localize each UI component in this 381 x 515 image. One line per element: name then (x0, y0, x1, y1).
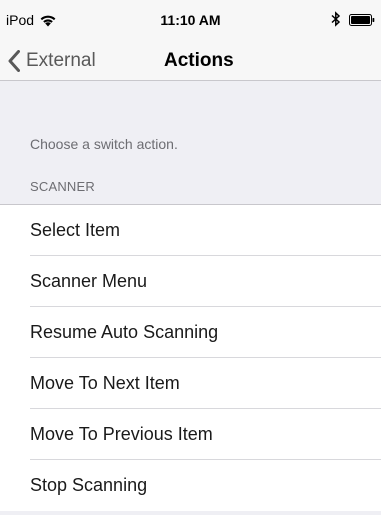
back-button[interactable]: External (8, 46, 96, 76)
navigation-bar: External Actions (0, 42, 381, 81)
list-item-scanner-menu[interactable]: Scanner Menu (0, 256, 381, 307)
list-item-resume-auto-scanning[interactable]: Resume Auto Scanning (0, 307, 381, 358)
helper-text: Choose a switch action. (30, 136, 178, 152)
list-item-label: Resume Auto Scanning (30, 322, 219, 342)
list-item-label: Move To Previous Item (30, 424, 213, 444)
list-item-label: Select Item (30, 220, 121, 240)
header-spacer (0, 81, 381, 129)
actions-list: Select Item Scanner Menu Resume Auto Sca… (0, 204, 381, 511)
section-header-scanner: SCANNER (30, 179, 95, 194)
bluetooth-icon (331, 11, 341, 27)
status-time: 11:10 AM (160, 12, 221, 28)
list-item-move-to-previous-item[interactable]: Move To Previous Item (0, 409, 381, 460)
list-item-label: Stop Scanning (30, 475, 148, 495)
list-item-select-item[interactable]: Select Item (0, 205, 381, 256)
status-bar: iPod 11:10 AM (0, 0, 381, 42)
list-item-label: Scanner Menu (30, 271, 148, 291)
list-item-move-to-next-item[interactable]: Move To Next Item (0, 358, 381, 409)
status-right (331, 11, 375, 27)
battery-icon (349, 13, 375, 26)
list-item-stop-scanning[interactable]: Stop Scanning (0, 460, 381, 511)
back-button-label: External (26, 50, 96, 71)
chevron-left-icon (8, 50, 20, 72)
list-item-label: Move To Next Item (30, 373, 180, 393)
page-title: Actions (164, 50, 234, 71)
